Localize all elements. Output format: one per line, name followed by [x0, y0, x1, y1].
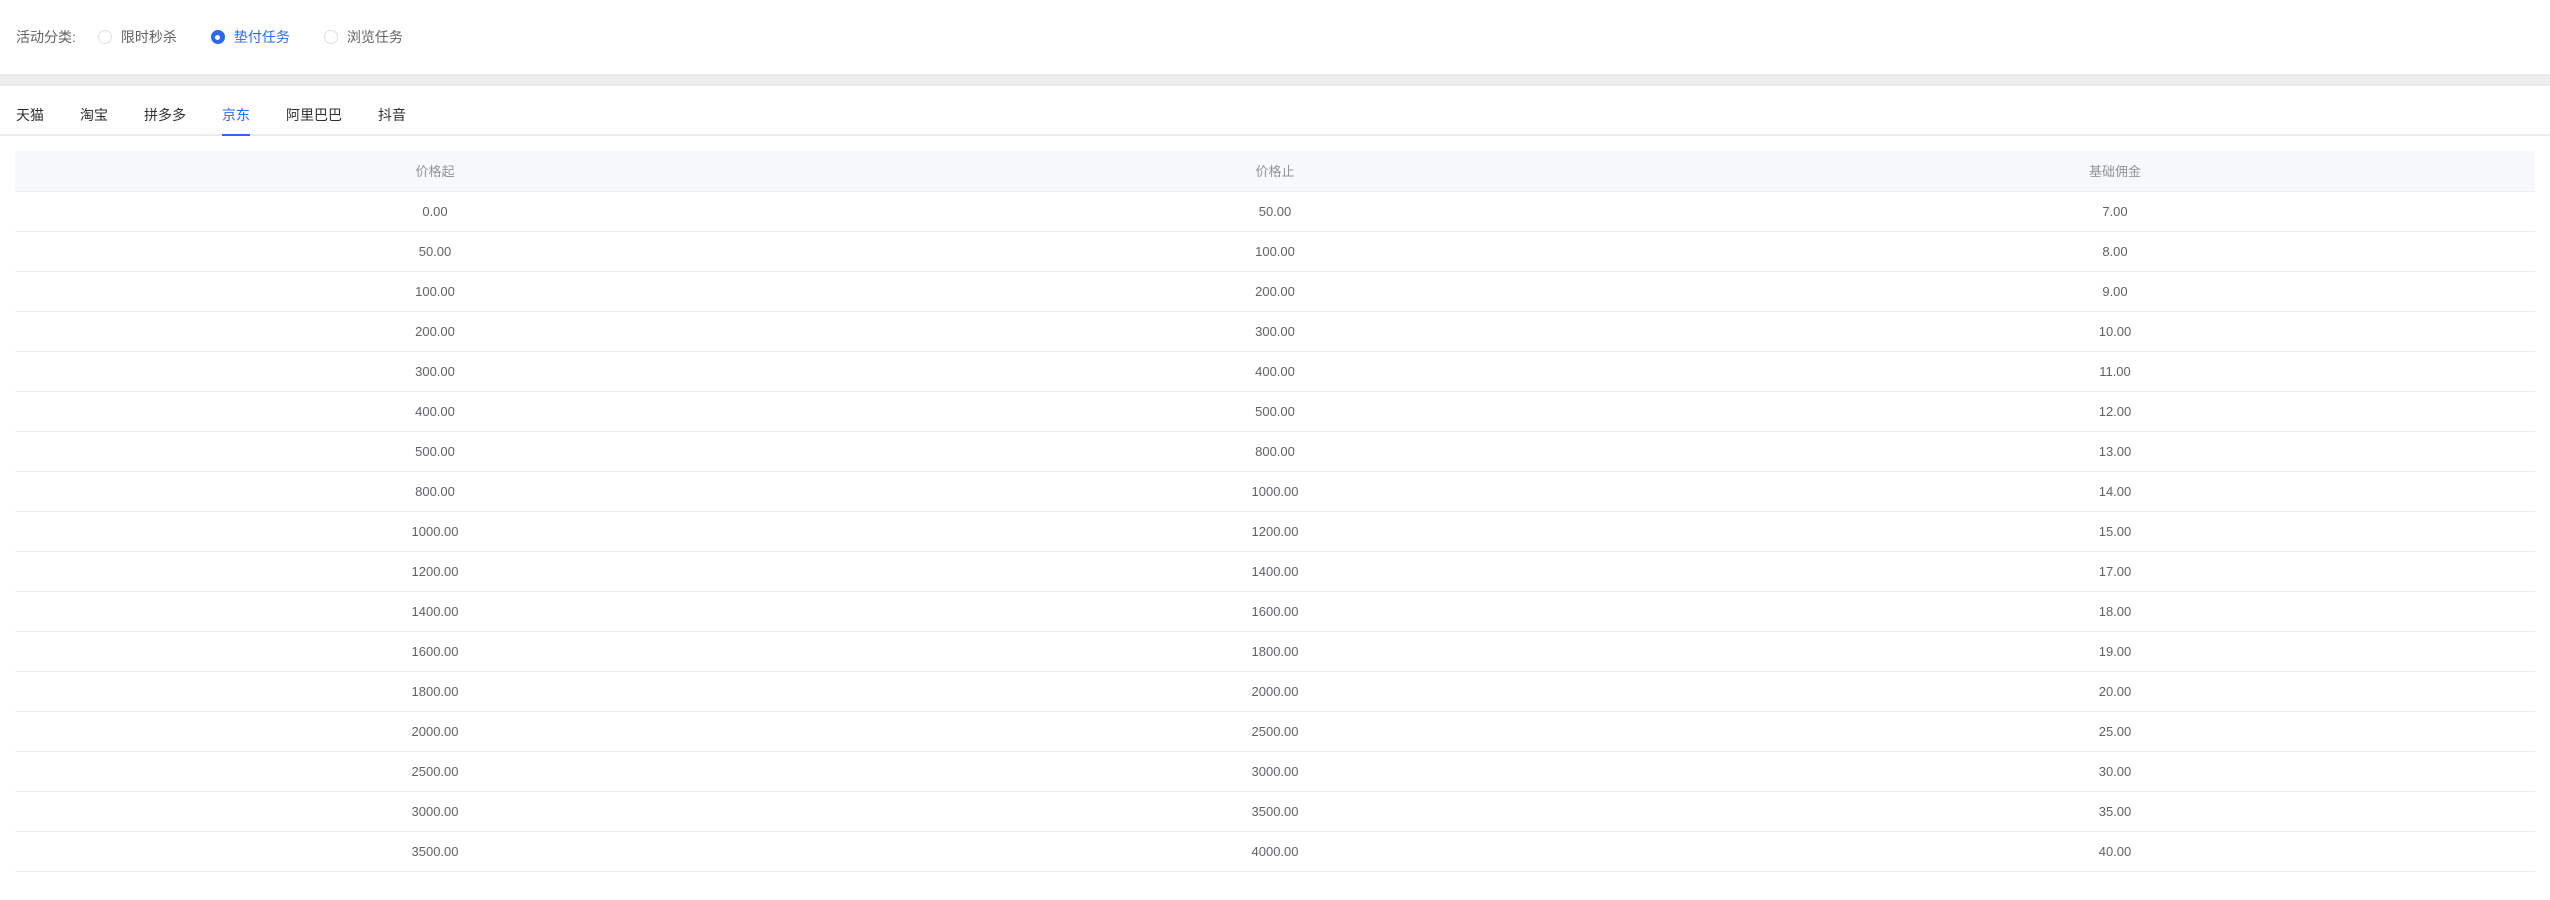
tab-pinduoduo[interactable]: 拼多多 — [144, 106, 186, 134]
cell-price-from: 1400.00 — [15, 591, 855, 631]
cell-price-to: 1200.00 — [855, 511, 1695, 551]
table-row: 1000.001200.0015.00 — [15, 511, 2535, 551]
cell-base-commission: 25.00 — [1695, 711, 2535, 751]
activity-filter-bar: 活动分类: 限时秒杀 垫付任务 浏览任务 — [0, 0, 2550, 74]
cell-price-to: 500.00 — [855, 391, 1695, 431]
table-row: 1600.001800.0019.00 — [15, 631, 2535, 671]
cell-base-commission: 13.00 — [1695, 431, 2535, 471]
cell-price-from: 2500.00 — [15, 751, 855, 791]
cell-price-from: 800.00 — [15, 471, 855, 511]
cell-price-to: 2500.00 — [855, 711, 1695, 751]
cell-base-commission: 12.00 — [1695, 391, 2535, 431]
cell-price-to: 3500.00 — [855, 791, 1695, 831]
cell-price-to: 1000.00 — [855, 471, 1695, 511]
cell-base-commission: 40.00 — [1695, 831, 2535, 871]
cell-base-commission: 14.00 — [1695, 471, 2535, 511]
cell-price-to: 3000.00 — [855, 751, 1695, 791]
tab-douyin[interactable]: 抖音 — [378, 106, 406, 134]
cell-price-from: 3500.00 — [15, 831, 855, 871]
table-row: 1400.001600.0018.00 — [15, 591, 2535, 631]
cell-price-from: 1600.00 — [15, 631, 855, 671]
cell-base-commission: 18.00 — [1695, 591, 2535, 631]
tab-taobao[interactable]: 淘宝 — [80, 106, 108, 134]
platform-tabs: 天猫 淘宝 拼多多 京东 阿里巴巴 抖音 — [0, 86, 2550, 136]
commission-table-wrap: 价格起价格止基础佣金 0.0050.007.0050.00100.008.001… — [15, 151, 2535, 872]
radio-selected-icon — [211, 30, 225, 44]
cell-base-commission: 20.00 — [1695, 671, 2535, 711]
cell-base-commission: 35.00 — [1695, 791, 2535, 831]
tab-tmall[interactable]: 天猫 — [16, 106, 44, 134]
table-row: 2500.003000.0030.00 — [15, 751, 2535, 791]
col-header-price-from: 价格起 — [15, 151, 855, 191]
radio-label-advance-task: 垫付任务 — [234, 27, 290, 47]
cell-base-commission: 8.00 — [1695, 231, 2535, 271]
table-row: 500.00800.0013.00 — [15, 431, 2535, 471]
activity-category-label: 活动分类: — [16, 27, 76, 47]
cell-base-commission: 17.00 — [1695, 551, 2535, 591]
cell-base-commission: 19.00 — [1695, 631, 2535, 671]
cell-price-from: 100.00 — [15, 271, 855, 311]
cell-base-commission: 30.00 — [1695, 751, 2535, 791]
radio-flash-sale[interactable]: 限时秒杀 — [98, 27, 177, 47]
table-row: 3500.004000.0040.00 — [15, 831, 2535, 871]
table-row: 1800.002000.0020.00 — [15, 671, 2535, 711]
section-divider — [0, 74, 2550, 86]
table-row: 400.00500.0012.00 — [15, 391, 2535, 431]
cell-price-to: 400.00 — [855, 351, 1695, 391]
tab-jd[interactable]: 京东 — [222, 106, 250, 134]
table-header-row: 价格起价格止基础佣金 — [15, 151, 2535, 191]
cell-price-to: 100.00 — [855, 231, 1695, 271]
tab-alibaba[interactable]: 阿里巴巴 — [286, 106, 342, 134]
table-row: 200.00300.0010.00 — [15, 311, 2535, 351]
commission-table: 价格起价格止基础佣金 0.0050.007.0050.00100.008.001… — [15, 151, 2535, 872]
cell-price-from: 2000.00 — [15, 711, 855, 751]
cell-price-from: 400.00 — [15, 391, 855, 431]
cell-price-from: 1000.00 — [15, 511, 855, 551]
table-row: 800.001000.0014.00 — [15, 471, 2535, 511]
radio-unselected-icon — [98, 30, 112, 44]
cell-price-from: 1800.00 — [15, 671, 855, 711]
activity-category-radio-group: 限时秒杀 垫付任务 浏览任务 — [98, 27, 437, 47]
col-header-base-commission: 基础佣金 — [1695, 151, 2535, 191]
cell-base-commission: 15.00 — [1695, 511, 2535, 551]
table-row: 50.00100.008.00 — [15, 231, 2535, 271]
table-row: 3000.003500.0035.00 — [15, 791, 2535, 831]
cell-price-to: 1400.00 — [855, 551, 1695, 591]
radio-label-flash-sale: 限时秒杀 — [121, 27, 177, 47]
cell-base-commission: 10.00 — [1695, 311, 2535, 351]
cell-price-from: 3000.00 — [15, 791, 855, 831]
cell-base-commission: 9.00 — [1695, 271, 2535, 311]
cell-price-to: 300.00 — [855, 311, 1695, 351]
table-row: 1200.001400.0017.00 — [15, 551, 2535, 591]
cell-price-from: 500.00 — [15, 431, 855, 471]
table-body: 0.0050.007.0050.00100.008.00100.00200.00… — [15, 191, 2535, 871]
cell-price-from: 0.00 — [15, 191, 855, 231]
col-header-price-to: 价格止 — [855, 151, 1695, 191]
cell-price-from: 200.00 — [15, 311, 855, 351]
table-row: 100.00200.009.00 — [15, 271, 2535, 311]
radio-unselected-icon — [324, 30, 338, 44]
radio-advance-task[interactable]: 垫付任务 — [211, 27, 290, 47]
cell-price-to: 1800.00 — [855, 631, 1695, 671]
cell-price-to: 4000.00 — [855, 831, 1695, 871]
cell-price-to: 1600.00 — [855, 591, 1695, 631]
cell-price-to: 2000.00 — [855, 671, 1695, 711]
radio-browse-task[interactable]: 浏览任务 — [324, 27, 403, 47]
cell-price-to: 50.00 — [855, 191, 1695, 231]
table-row: 0.0050.007.00 — [15, 191, 2535, 231]
table-row: 300.00400.0011.00 — [15, 351, 2535, 391]
cell-price-from: 1200.00 — [15, 551, 855, 591]
cell-price-from: 50.00 — [15, 231, 855, 271]
cell-price-from: 300.00 — [15, 351, 855, 391]
cell-price-to: 200.00 — [855, 271, 1695, 311]
radio-label-browse-task: 浏览任务 — [347, 27, 403, 47]
table-row: 2000.002500.0025.00 — [15, 711, 2535, 751]
cell-base-commission: 11.00 — [1695, 351, 2535, 391]
cell-price-to: 800.00 — [855, 431, 1695, 471]
cell-base-commission: 7.00 — [1695, 191, 2535, 231]
